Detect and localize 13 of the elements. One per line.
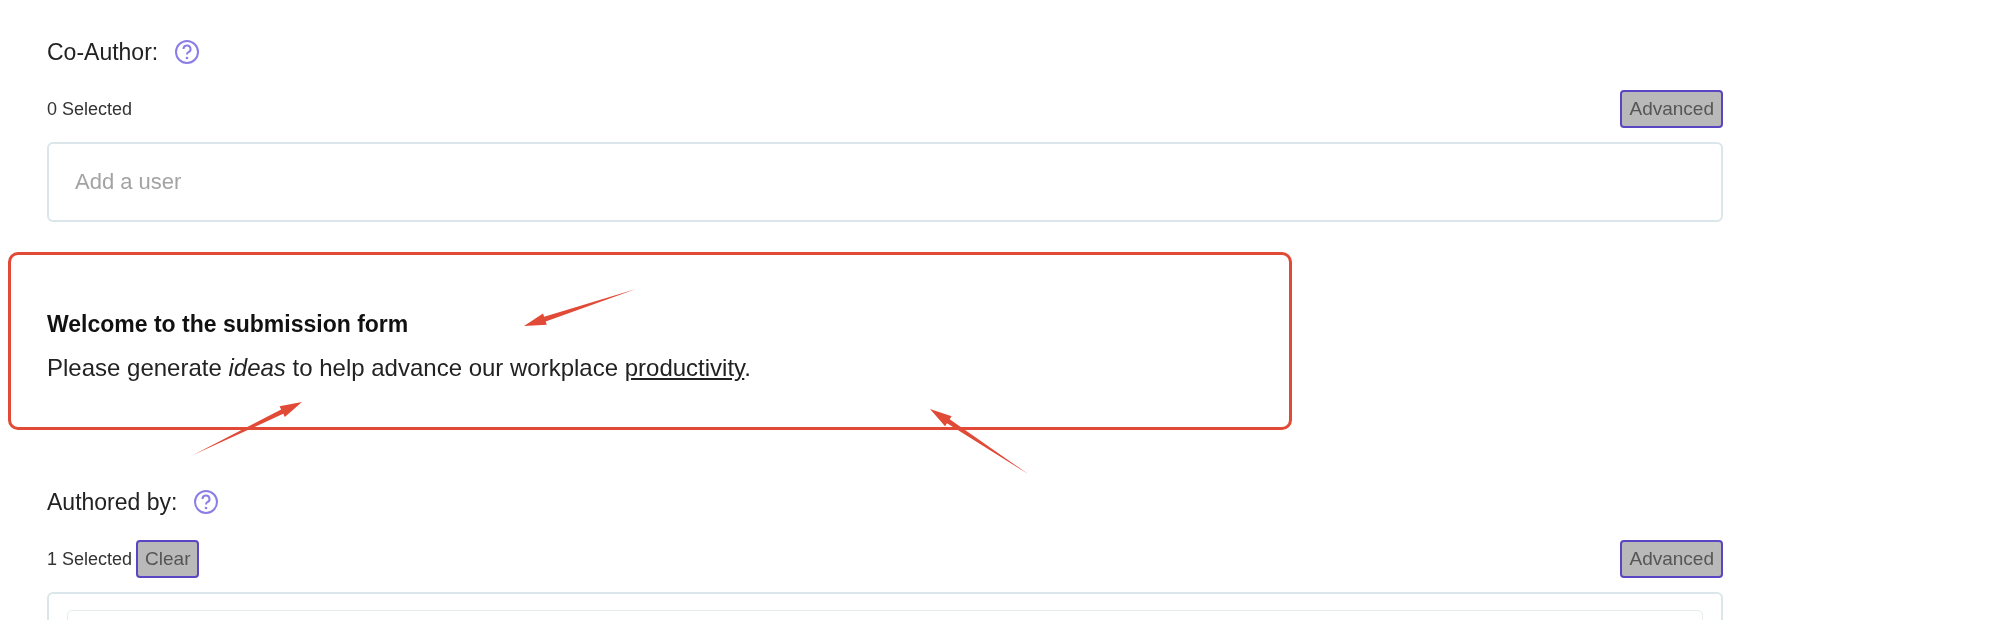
field-label: Co-Author: xyxy=(47,38,159,66)
field-label: Authored by: xyxy=(47,488,178,516)
help-icon[interactable] xyxy=(174,39,201,65)
clear-button[interactable]: Clear xyxy=(136,540,200,578)
welcome-text: Please generate ideas to help advance our workplace productivity. xyxy=(47,354,752,382)
user-input-field[interactable]: Add a user xyxy=(47,142,1723,222)
advanced-button[interactable]: Advanced xyxy=(1620,540,1723,578)
help-icon[interactable] xyxy=(193,489,220,515)
selected-count: 0 Selected xyxy=(47,99,133,121)
selected-count: 1 Selected xyxy=(47,549,133,571)
productivity-link[interactable]: productivity xyxy=(624,354,745,381)
welcome-heading: Welcome to the submission form xyxy=(47,311,410,338)
advanced-button[interactable]: Advanced xyxy=(1620,90,1723,128)
